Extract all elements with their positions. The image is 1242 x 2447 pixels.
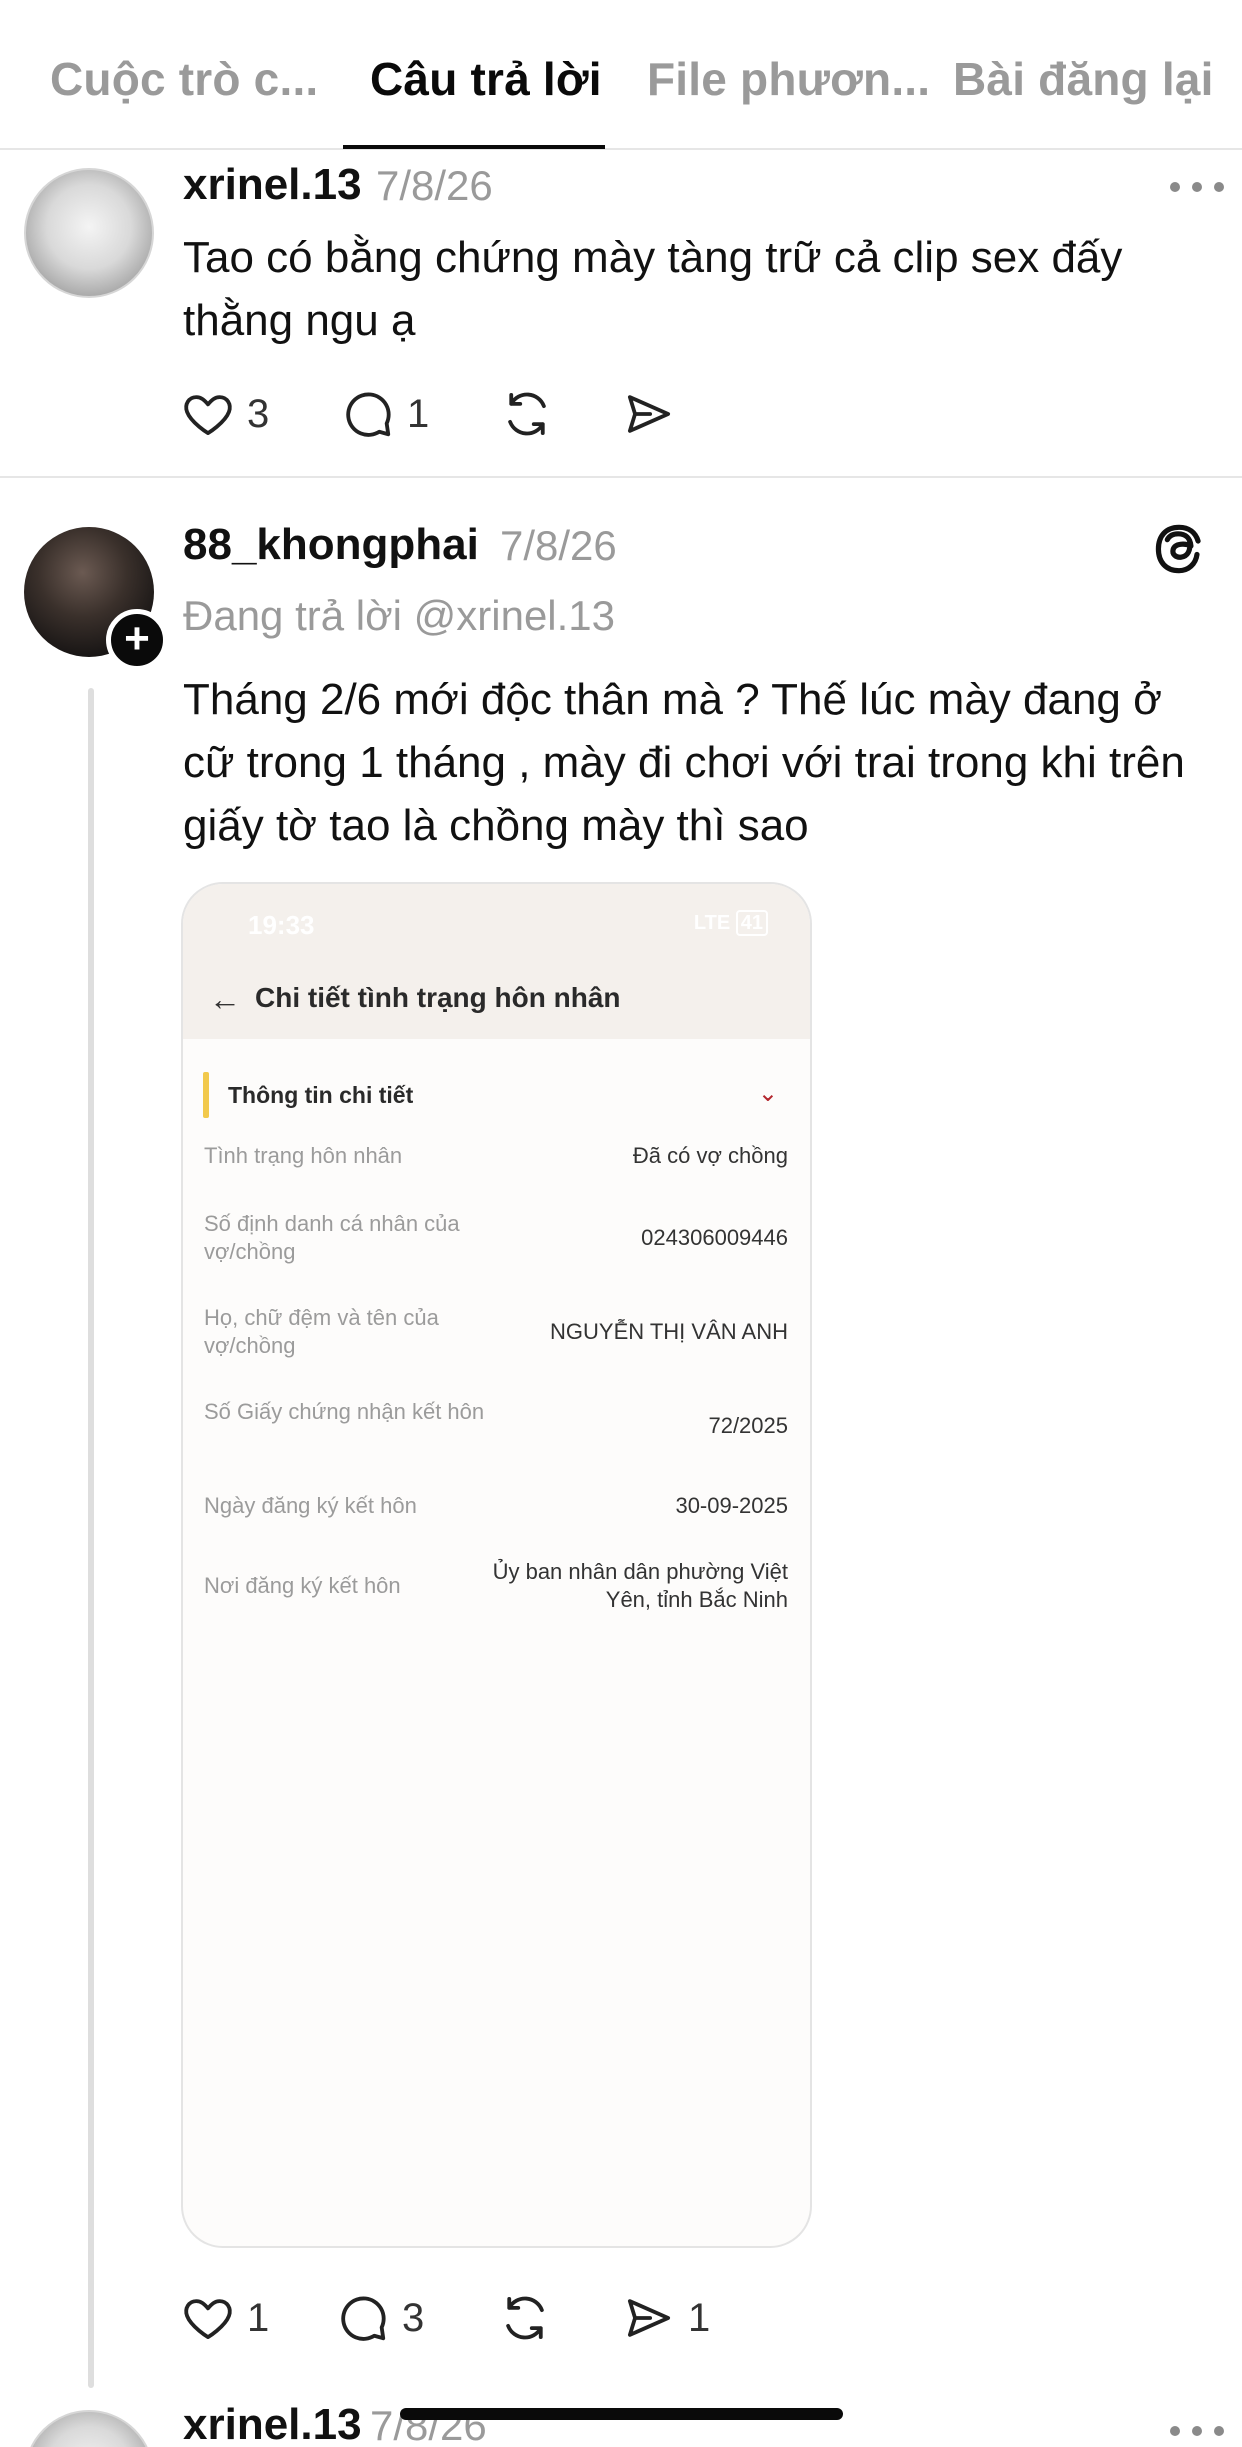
screenshot-title: Chi tiết tình trạng hôn nhân: [255, 982, 621, 1013]
comment-icon: [346, 392, 391, 437]
detail-label: Nơi đăng ký kết hôn: [204, 1573, 401, 1598]
active-tab-indicator: [343, 145, 605, 149]
detail-label: Tình trạng hôn nhân: [204, 1143, 403, 1168]
post-text: Tháng 2/6 mới độc thân mà ? Thế lúc mày …: [183, 675, 1185, 850]
like-count: 1: [247, 2295, 270, 2340]
detail-label: Họ, chữ đệm và tên của vợ/chồng: [204, 1305, 439, 1358]
chevron-down-icon: ⌄: [757, 1080, 778, 1107]
share-icon: [627, 395, 671, 433]
avatar[interactable]: [24, 168, 154, 298]
detail-label: Số Giấy chứng nhận kết hôn: [204, 1399, 485, 1424]
post-date: 7/8/26: [500, 522, 617, 569]
post-text: Tao có bằng chứng mày tàng trữ cả clip s…: [183, 233, 1123, 345]
post-date: 7/8/26: [376, 162, 493, 209]
share-button[interactable]: 1: [622, 2290, 710, 2346]
profile-tab-bar: Cuộc trò c... Câu trả lời File phươn... …: [0, 0, 1242, 150]
like-button[interactable]: 1: [181, 2290, 269, 2346]
comment-count: 3: [402, 2295, 425, 2340]
section-accent-bar: [203, 1072, 209, 1118]
repost-icon: [508, 392, 546, 436]
tab-threads[interactable]: Cuộc trò c...: [50, 52, 318, 106]
comment-icon: [341, 2296, 386, 2341]
avatar[interactable]: [24, 2410, 154, 2447]
detail-value: 72/2025: [708, 1413, 788, 1438]
tab-reposts[interactable]: Bài đăng lại: [953, 52, 1214, 106]
attached-screenshot[interactable]: 19:33 LTE 41 ← Chi tiết tình trạng hôn n…: [181, 882, 812, 2248]
detail-label: Số định danh cá nhân của vợ/chồng: [204, 1211, 460, 1264]
more-dots-icon[interactable]: [1170, 2424, 1226, 2438]
repost-button[interactable]: [500, 386, 554, 442]
detail-value: Đã có vợ chồng: [632, 1143, 788, 1168]
comment-button[interactable]: 1: [341, 386, 429, 442]
repost-icon: [506, 2296, 544, 2340]
share-count: 1: [688, 2295, 711, 2340]
reply-to-label[interactable]: Đang trả lời @xrinel.13: [183, 592, 615, 640]
detail-value: 024306009446: [641, 1225, 788, 1250]
share-button[interactable]: [622, 386, 676, 442]
more-dots-icon[interactable]: [1170, 180, 1226, 194]
detail-value: NGUYỄN THỊ VÂN ANH: [550, 1319, 788, 1344]
screenshot-status-bar: LTE 41: [694, 910, 768, 936]
tab-media[interactable]: File phươn...: [647, 52, 930, 106]
home-indicator[interactable]: [400, 2408, 843, 2420]
heart-icon: [184, 395, 232, 436]
like-count: 3: [247, 391, 270, 436]
post-username[interactable]: xrinel.13: [183, 2400, 362, 2447]
detail-label: Ngày đăng ký kết hôn: [204, 1493, 417, 1518]
share-icon: [627, 2299, 671, 2337]
screenshot-header: [183, 884, 810, 1039]
post-username[interactable]: 88_khongphai: [183, 520, 479, 570]
heart-icon: [184, 2299, 232, 2340]
detail-value: Ủy ban nhân dân phường Việt Yên, tỉnh Bắ…: [492, 1559, 788, 1612]
plus-icon[interactable]: +: [106, 609, 168, 671]
post-divider: [0, 476, 1242, 478]
tab-replies[interactable]: Câu trả lời: [370, 52, 602, 106]
like-button[interactable]: 3: [181, 386, 269, 442]
threads-logo-icon[interactable]: [1153, 520, 1205, 578]
back-arrow-icon: ←: [209, 981, 241, 1017]
repost-button[interactable]: [498, 2290, 552, 2346]
screenshot-status-time: 19:33: [248, 910, 315, 940]
section-title: Thông tin chi tiết: [228, 1082, 414, 1108]
comment-count: 1: [407, 391, 430, 436]
detail-value: 30-09-2025: [675, 1493, 788, 1518]
post-username[interactable]: xrinel.13: [183, 160, 362, 210]
comment-button[interactable]: 3: [336, 2290, 424, 2346]
thread-line: [88, 688, 94, 2388]
